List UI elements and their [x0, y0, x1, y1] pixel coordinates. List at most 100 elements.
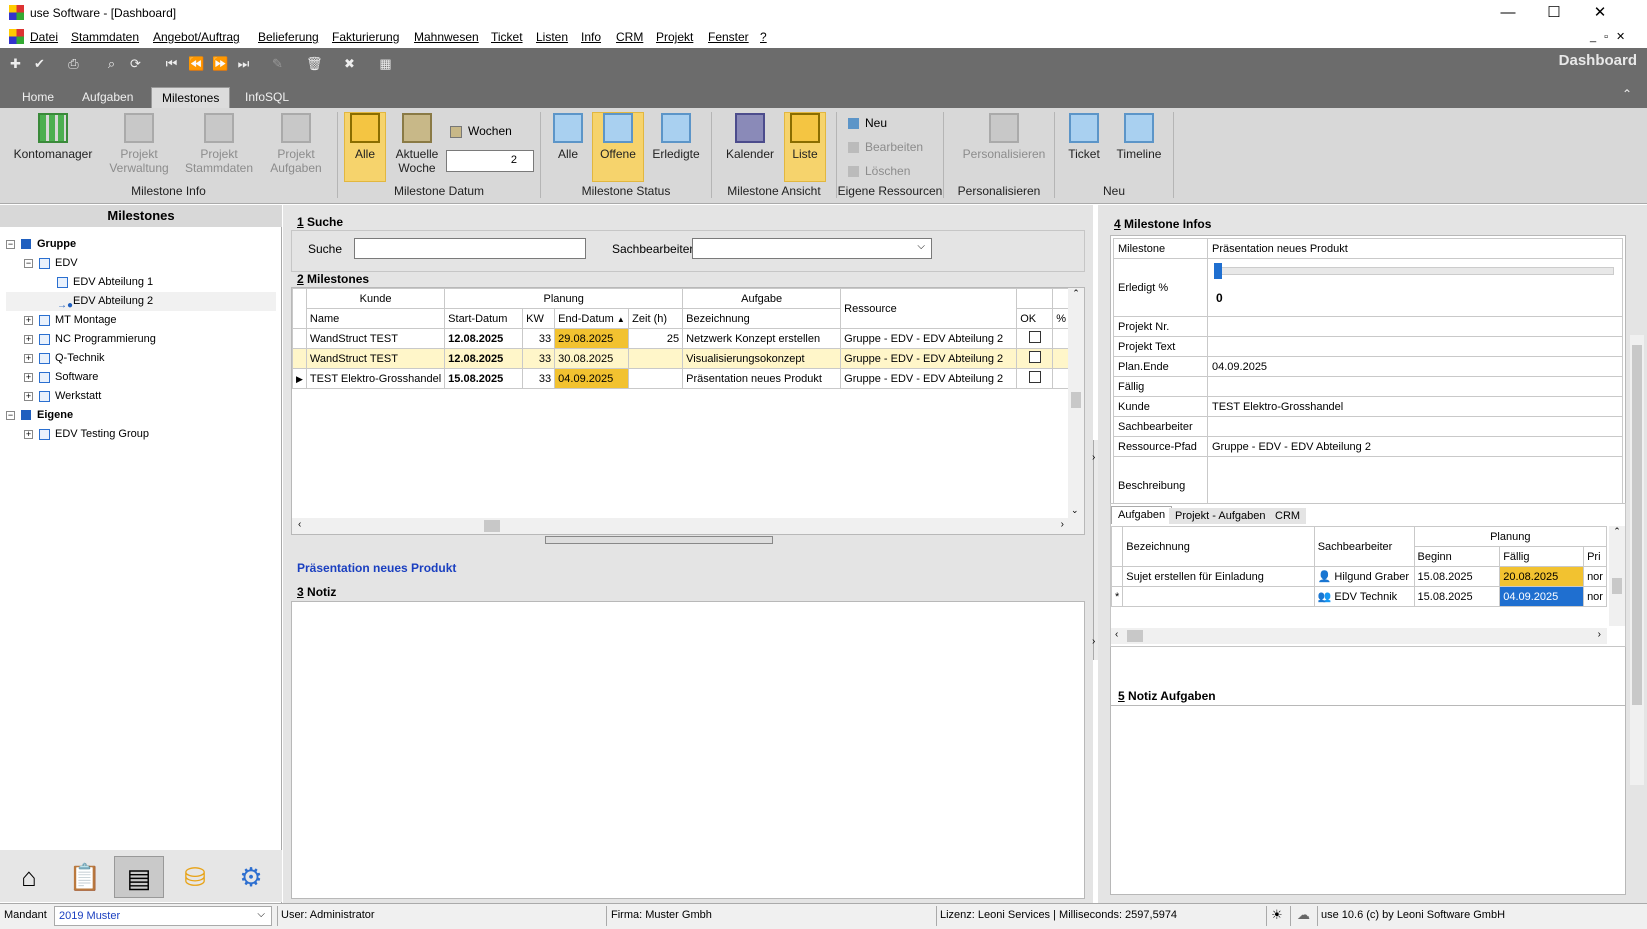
- mdi-controls[interactable]: _▫✕: [1590, 30, 1633, 43]
- projekt-stammdaten-button[interactable]: Projekt Stammdaten: [182, 113, 256, 175]
- last-record-icon[interactable]: ⏭: [236, 56, 251, 71]
- collapse-icon[interactable]: −: [6, 410, 15, 420]
- aufgabe-pri-cell[interactable]: nor: [1583, 566, 1607, 587]
- menu-crm[interactable]: CRM: [616, 30, 643, 44]
- hscroll-thumb[interactable]: [484, 520, 500, 532]
- close-button[interactable]: ✕: [1577, 0, 1623, 26]
- ok-checkbox[interactable]: [1028, 331, 1041, 343]
- kunde-value[interactable]: TEST Elektro-Grosshandel: [1207, 396, 1623, 417]
- bearbeiten-button[interactable]: Bearbeiten: [848, 140, 923, 154]
- aktuelle-woche-button[interactable]: Aktuelle Woche: [392, 113, 442, 175]
- refresh-icon[interactable]: ⟳: [128, 56, 143, 71]
- aufgabe-beginn-cell[interactable]: 15.08.2025: [1413, 566, 1501, 587]
- next-record-icon[interactable]: ⏩: [212, 56, 228, 71]
- wochen-stepper[interactable]: 2: [446, 150, 534, 172]
- grid-icon[interactable]: ▦: [378, 56, 393, 71]
- erledigt-slider[interactable]: 0: [1207, 258, 1623, 317]
- ok-cell[interactable]: [1016, 328, 1054, 349]
- search-input[interactable]: [354, 238, 586, 259]
- kalender-button[interactable]: Kalender: [720, 113, 780, 161]
- menu-datei[interactable]: Datei: [30, 30, 58, 44]
- check-icon[interactable]: ✔: [32, 56, 47, 71]
- table-row[interactable]: WandStruct TEST 12.08.2025 33 30.08.2025 Vis…: [292, 348, 1070, 369]
- status-offene-button[interactable]: Offene: [592, 112, 644, 182]
- cancel-icon[interactable]: ✖: [342, 56, 357, 71]
- faellig-value[interactable]: [1207, 376, 1623, 397]
- sun-icon[interactable]: ☀: [1271, 907, 1283, 923]
- home-icon[interactable]: ⌂: [4, 856, 54, 898]
- collapse-icon[interactable]: [42, 278, 51, 287]
- menu-help[interactable]: ?: [760, 30, 767, 44]
- expand-icon[interactable]: +: [24, 429, 33, 439]
- end-datum-cell[interactable]: 30.08.2025: [554, 348, 630, 369]
- zoom-icon[interactable]: ⌕: [104, 56, 119, 71]
- projekt-text-value[interactable]: [1207, 336, 1623, 357]
- milestone-list-icon[interactable]: ▤: [114, 856, 164, 898]
- col-bezeichnung[interactable]: Bezeichnung: [682, 308, 842, 329]
- liste-button[interactable]: Liste: [784, 112, 826, 182]
- row-indicator[interactable]: ▶: [292, 368, 307, 389]
- ressource-cell[interactable]: Gruppe - EDV - EDV Abteilung 2: [840, 368, 1018, 389]
- scroll-down-icon[interactable]: ⌄: [1071, 505, 1079, 516]
- personalisieren-button[interactable]: Personalisieren: [952, 113, 1056, 161]
- collapse-ribbon-icon[interactable]: ⌃: [1622, 87, 1632, 101]
- start-datum-cell[interactable]: 12.08.2025: [444, 348, 524, 369]
- status-erledigte-button[interactable]: Erledigte: [648, 113, 704, 161]
- edit-icon[interactable]: ✎: [270, 56, 285, 71]
- expand-icon[interactable]: +: [24, 372, 33, 382]
- tree-node[interactable]: + MT Montage: [6, 311, 276, 330]
- col-zeit[interactable]: Zeit (h): [628, 308, 684, 329]
- horizontal-scrollbar[interactable]: ‹ ›: [292, 518, 1084, 534]
- loeschen-button[interactable]: Löschen: [848, 164, 910, 178]
- bezeichnung-cell[interactable]: Netzwerk Konzept erstellen: [682, 328, 842, 349]
- aufgabe-pri-cell[interactable]: nor: [1583, 586, 1607, 607]
- tab-infosql[interactable]: InfoSQL: [235, 87, 299, 108]
- collapse-icon[interactable]: −: [24, 258, 33, 268]
- col-ressource[interactable]: Ressource: [840, 288, 1018, 329]
- end-datum-cell[interactable]: 04.09.2025: [554, 368, 630, 389]
- tree-node[interactable]: + Q-Technik: [6, 349, 276, 368]
- col-percent[interactable]: %: [1052, 308, 1070, 329]
- aufgabe-bezeichnung-cell[interactable]: [1122, 586, 1315, 607]
- expand-icon[interactable]: +: [24, 353, 33, 363]
- zeit-cell[interactable]: [628, 368, 684, 389]
- col-end-datum[interactable]: End-Datum ▲: [554, 308, 630, 329]
- add-icon[interactable]: ✚: [8, 56, 23, 71]
- col-start-datum[interactable]: Start-Datum: [444, 308, 524, 329]
- status-alle-button[interactable]: Alle: [548, 113, 588, 161]
- col-ok[interactable]: OK: [1016, 308, 1054, 329]
- aufgabe-faellig-editor[interactable]: 04.09.2025: [1499, 586, 1585, 607]
- scroll-right-icon[interactable]: ›: [1061, 519, 1064, 530]
- bezeichnung-cell[interactable]: Visualisierungsokonzept: [682, 348, 842, 369]
- vertical-scrollbar[interactable]: ⌃ ⌄: [1068, 288, 1084, 518]
- bezeichnung-cell[interactable]: Präsentation neues Produkt: [682, 368, 842, 389]
- menu-listen[interactable]: Listen: [536, 30, 568, 44]
- info-sachbearbeiter-value[interactable]: [1207, 416, 1623, 437]
- database-icon[interactable]: ⛁: [170, 856, 220, 898]
- col-pri[interactable]: Pri: [1583, 546, 1607, 567]
- tab-projekt-aufgaben[interactable]: Projekt - Aufgaben: [1169, 508, 1272, 524]
- mandant-select[interactable]: 2019 Muster ⌵: [54, 906, 272, 926]
- table-row[interactable]: * 👥 EDV Technik 15.08.2025 04.09.2025 nor: [1110, 586, 1607, 607]
- col-faellig[interactable]: Fällig: [1499, 546, 1585, 567]
- start-datum-cell[interactable]: 15.08.2025: [444, 368, 524, 389]
- tree-node[interactable]: + EDV Testing Group: [6, 425, 276, 444]
- tree-node[interactable]: + NC Programmierung: [6, 330, 276, 349]
- ok-cell[interactable]: [1016, 348, 1054, 369]
- tree-node[interactable]: + Werkstatt: [6, 387, 276, 406]
- first-record-icon[interactable]: ⏮: [164, 56, 179, 71]
- tab-aufgaben[interactable]: Aufgaben: [72, 87, 143, 108]
- ressource-pfad-value[interactable]: Gruppe - EDV - EDV Abteilung 2: [1207, 436, 1623, 457]
- expand-icon[interactable]: +: [24, 334, 33, 344]
- collapse-icon[interactable]: [42, 297, 51, 306]
- notiz-textarea[interactable]: [291, 601, 1085, 899]
- percent-cell[interactable]: [1052, 348, 1070, 369]
- aufgaben-hscrollbar[interactable]: ‹ ›: [1111, 628, 1607, 644]
- scroll-right-icon[interactable]: ›: [1598, 629, 1601, 640]
- tree-node[interactable]: − EDV: [6, 254, 276, 273]
- menu-fenster[interactable]: Fenster: [708, 30, 749, 44]
- expand-icon[interactable]: +: [24, 391, 33, 401]
- minimize-button[interactable]: —: [1485, 0, 1531, 26]
- gear-icon[interactable]: ⚙: [226, 856, 276, 898]
- tab-crm[interactable]: CRM: [1269, 508, 1307, 524]
